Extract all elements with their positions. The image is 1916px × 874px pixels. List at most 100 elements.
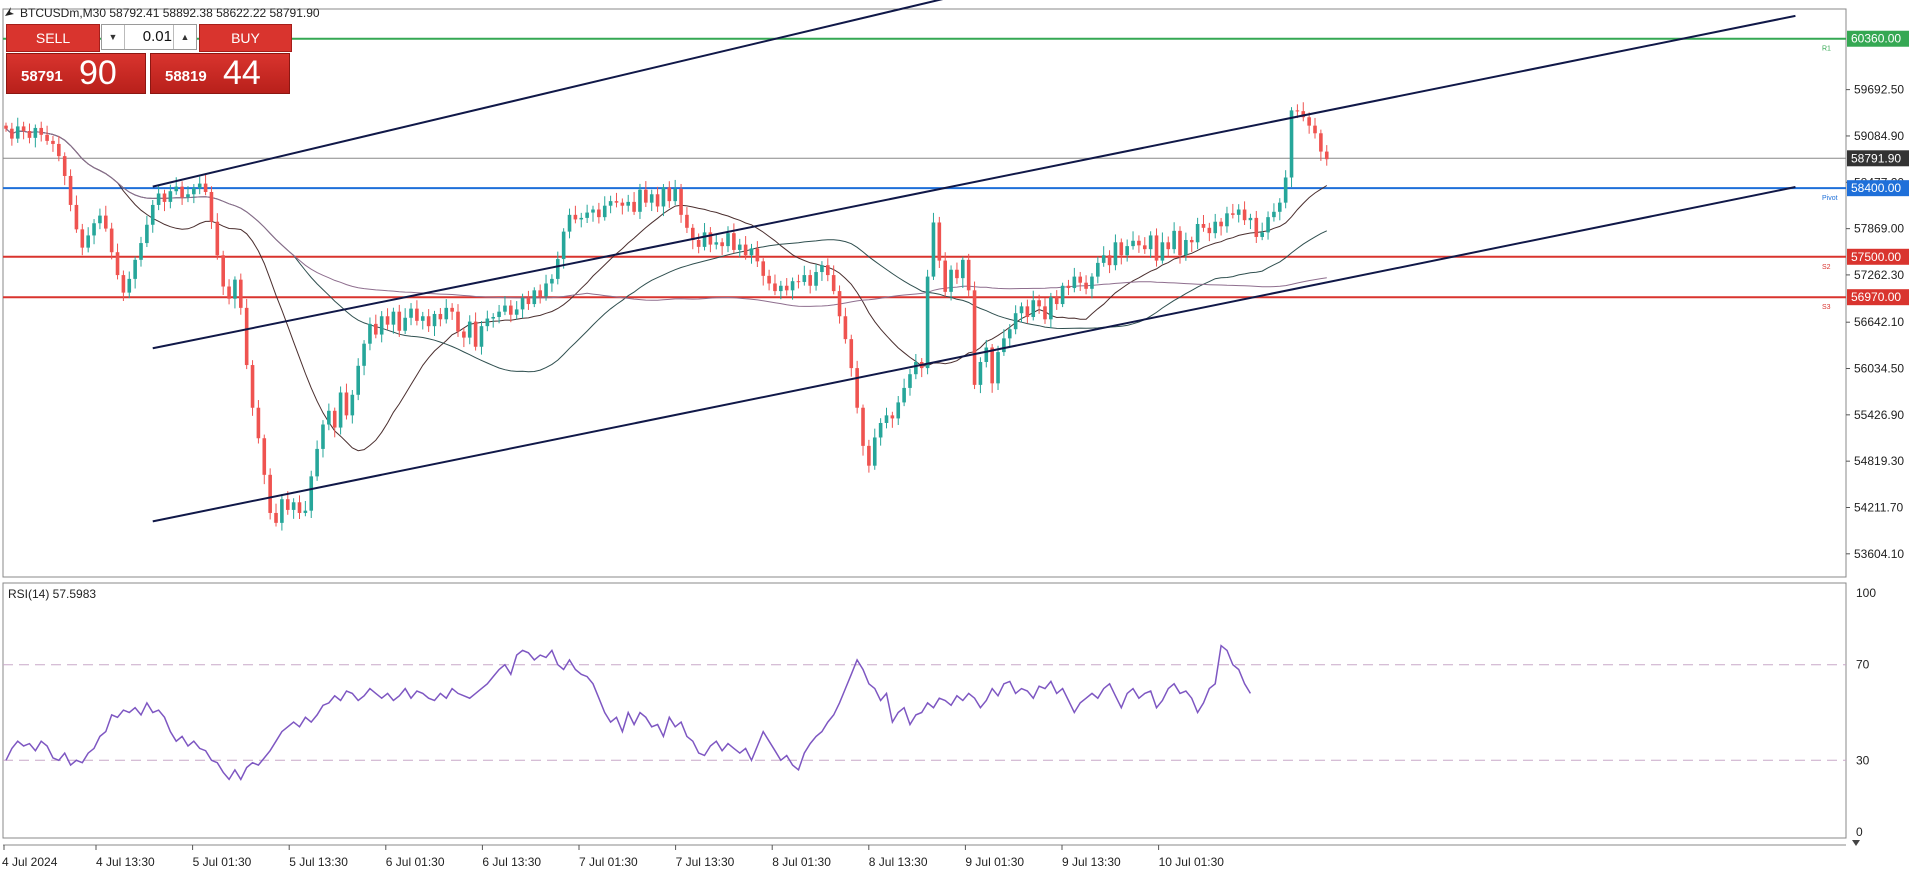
candle-body	[667, 187, 672, 202]
candle-body	[39, 127, 44, 135]
time-tick-label: 10 Jul 01:30	[1159, 855, 1225, 869]
candle-body	[714, 242, 719, 245]
candle-body	[1131, 240, 1135, 247]
price-tick-label: 56642.10	[1854, 315, 1904, 329]
lot-decrease-icon[interactable]: ▼	[102, 25, 125, 49]
candle-body	[233, 279, 237, 299]
price-tick-label: 57262.30	[1854, 268, 1904, 282]
candle-body	[767, 275, 771, 284]
candle-body	[27, 130, 32, 138]
candle-body	[156, 193, 161, 205]
time-tick-label: 4 Jul 2024	[2, 855, 58, 869]
candle-body	[391, 311, 396, 325]
candle-body	[80, 229, 85, 248]
candle-body	[1283, 177, 1288, 203]
candle-body	[1054, 297, 1059, 305]
candle-body	[239, 279, 243, 308]
candle-body	[820, 265, 824, 273]
candle-body	[467, 321, 472, 338]
candle-body	[602, 205, 607, 218]
candle-body	[68, 175, 73, 205]
candle-body	[696, 240, 701, 247]
candle-body	[773, 283, 777, 292]
candle-body	[972, 290, 977, 385]
candle-body	[1137, 240, 1141, 246]
candle-body	[620, 202, 625, 206]
candle-body	[872, 437, 877, 466]
candle-body	[1025, 306, 1030, 318]
candle-body	[908, 374, 912, 388]
candle-body	[755, 248, 760, 262]
candle-body	[409, 308, 413, 318]
buy-price-display[interactable]: 58819 44	[150, 53, 290, 94]
candle-body	[679, 188, 683, 215]
candle-body	[1090, 276, 1094, 289]
candle-body	[914, 361, 918, 375]
candle-body	[1219, 221, 1223, 227]
candle-body	[1078, 276, 1083, 283]
candle-body	[1154, 235, 1159, 261]
lot-increase-icon[interactable]: ▲	[173, 25, 196, 49]
lot-size-input[interactable]: 0.01	[124, 25, 172, 49]
scroll-down-icon[interactable]	[1852, 840, 1860, 846]
candle-body	[362, 343, 366, 366]
candle-body	[1101, 255, 1106, 263]
sell-price-display[interactable]: 58791 90	[6, 53, 146, 94]
candle-body	[638, 189, 642, 212]
rsi-axis: 100 70 30 0	[1856, 586, 1876, 839]
candle-body	[550, 278, 554, 284]
candle-body	[221, 255, 225, 287]
candle-body	[1072, 276, 1077, 289]
candle-body	[1272, 211, 1276, 218]
candle	[1289, 107, 1294, 188]
candle-body	[1166, 242, 1171, 250]
candle-body	[579, 217, 584, 220]
candle-body	[509, 305, 513, 315]
candle-body	[1324, 151, 1329, 160]
candle-body	[902, 387, 906, 403]
candle-body	[1007, 329, 1012, 339]
candle-body	[1066, 285, 1071, 289]
one-click-trading-panel: SELL ▼ 0.01 ▲ BUY 58791 90 58819 44	[6, 24, 292, 96]
candle-body	[555, 259, 560, 279]
level-price-label-r1: 60360.00	[1851, 32, 1901, 46]
time-tick-label: 7 Jul 13:30	[676, 855, 735, 869]
candle-body	[321, 424, 325, 449]
sell-button[interactable]: SELL	[6, 24, 100, 52]
candle-body	[990, 347, 994, 384]
candle-body	[896, 402, 901, 419]
candle-body	[544, 283, 548, 297]
candle-body	[538, 290, 542, 297]
candle-body	[174, 186, 179, 192]
candle-body	[1119, 242, 1124, 256]
candle	[338, 386, 343, 435]
candle	[931, 212, 936, 280]
candle-body	[949, 269, 953, 292]
candle-body	[925, 276, 930, 369]
candle-body	[121, 275, 126, 293]
candle-body	[1096, 262, 1100, 277]
level-tag-s2: S2	[1822, 264, 1831, 271]
candle-body	[327, 410, 331, 425]
candle-body	[51, 140, 55, 144]
candle-body	[685, 214, 689, 228]
lot-size-stepper[interactable]: ▼ 0.01 ▲	[101, 24, 197, 50]
candle-body	[1002, 338, 1006, 353]
candle-body	[479, 326, 484, 347]
candle-body	[1148, 235, 1153, 250]
candle	[972, 281, 977, 390]
candle-body	[626, 201, 631, 206]
candle-body	[1107, 255, 1112, 266]
candle-body	[802, 275, 807, 282]
candle-body	[297, 502, 302, 513]
buy-button[interactable]: BUY	[199, 24, 292, 52]
candle-body	[1189, 240, 1194, 243]
price-tick-label: 57869.00	[1854, 222, 1904, 236]
candle-body	[673, 188, 677, 202]
candle-body	[503, 305, 507, 312]
candle-body	[379, 316, 384, 335]
candle-body	[497, 311, 501, 318]
candle-body	[145, 224, 149, 244]
candle-body	[115, 252, 120, 276]
candle-body	[1236, 209, 1241, 215]
